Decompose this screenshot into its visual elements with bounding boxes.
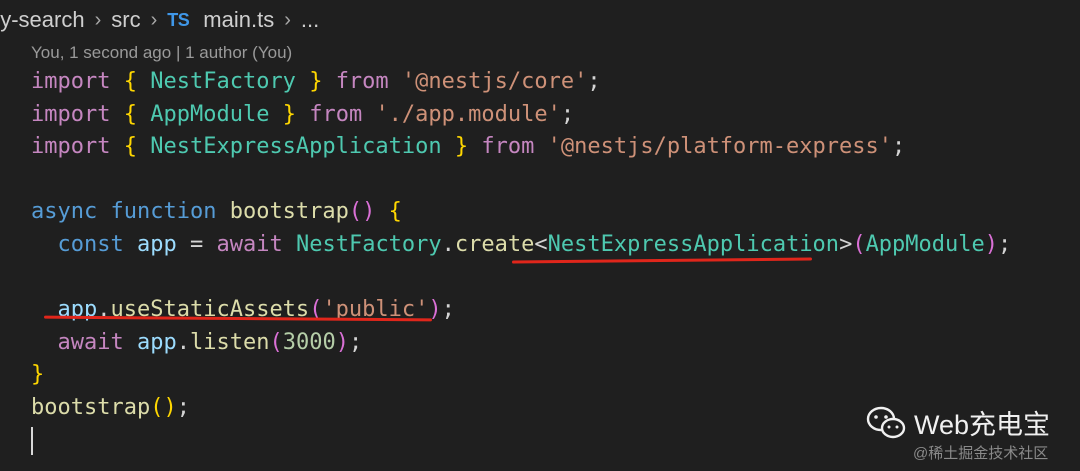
token-string: '@nestjs/platform-express' <box>547 134 892 160</box>
token-brace: } <box>454 134 469 160</box>
token-punct: . <box>176 329 190 355</box>
wechat-icon <box>866 406 906 438</box>
code-line-2: import { AppModule } from './app.module'… <box>31 99 1071 132</box>
token-identifier: NestFactory <box>150 69 296 94</box>
token-paren: ( <box>852 231 866 257</box>
token-keyword: await <box>216 231 283 257</box>
watermark-subtitle: @稀土掘金技术社区 <box>913 445 1049 462</box>
token-identifier: NestFactory <box>295 231 442 257</box>
token-function: create <box>454 231 535 257</box>
code-line-10: } <box>31 359 1071 392</box>
token-brace: { <box>123 134 137 160</box>
breadcrumb-more[interactable]: ... <box>301 7 319 33</box>
token-keyword: from <box>309 101 363 127</box>
token-type: NestExpressApplication <box>547 231 840 257</box>
code-line-8: app.useStaticAssets('public'); <box>31 294 1071 327</box>
token-punct: ; <box>176 394 190 420</box>
token-keyword: from <box>481 134 535 160</box>
token-brace: { <box>123 101 137 127</box>
token-keyword: import <box>31 101 111 127</box>
token-punct: ; <box>587 69 601 94</box>
token-paren: () <box>348 199 376 225</box>
token-punct: ; <box>892 134 906 160</box>
breadcrumb-folder-project[interactable]: py-search <box>0 7 85 33</box>
breadcrumb-folder-src[interactable]: src <box>111 7 140 33</box>
chevron-right-icon: › <box>150 8 158 31</box>
token-punct: ; <box>441 297 455 323</box>
token-variable: app <box>136 231 177 257</box>
token-keyword: from <box>335 69 389 94</box>
token-punct: ; <box>998 231 1012 257</box>
code-line-1: import { NestFactory } from '@nestjs/cor… <box>31 66 1071 99</box>
token-function: listen <box>189 329 270 355</box>
token-storage: function <box>110 199 217 225</box>
token-punct: ; <box>348 329 363 355</box>
token-punct: . <box>441 231 455 257</box>
chevron-right-icon: › <box>284 8 291 31</box>
code-line-5: async function bootstrap() { <box>31 196 1071 229</box>
token-identifier: NestExpressApplication <box>150 134 442 160</box>
token-keyword: import <box>31 69 111 94</box>
token-string: './app.module' <box>375 101 561 127</box>
code-line-9: await app.listen(3000); <box>31 327 1071 360</box>
token-string: '@nestjs/core' <box>401 69 588 94</box>
token-brace: } <box>31 362 45 388</box>
token-punct: < <box>534 231 548 257</box>
token-brace: { <box>123 69 137 94</box>
breadcrumb-file[interactable]: main.ts <box>203 7 274 33</box>
chevron-right-icon: › <box>94 8 102 31</box>
code-line-3: import { NestExpressApplication } from '… <box>31 131 1071 164</box>
token-paren: () <box>150 394 177 420</box>
token-variable: app <box>136 329 177 355</box>
breadcrumb: py-search › src › TS main.ts › ... <box>0 0 1068 40</box>
token-brace: } <box>309 69 323 94</box>
code-line-6: const app = await NestFactory.create<Nes… <box>31 229 1071 262</box>
token-keyword: import <box>31 134 111 160</box>
git-blame-codelens[interactable]: You, 1 second ago | 1 author (You) <box>31 43 292 63</box>
token-number: 3000 <box>282 329 336 355</box>
token-paren: ) <box>984 231 999 257</box>
token-identifier: AppModule <box>150 101 270 127</box>
token-punct: > <box>839 231 853 257</box>
token-keyword: await <box>57 329 124 355</box>
token-function: bootstrap <box>31 394 151 420</box>
typescript-file-icon: TS <box>167 9 190 30</box>
watermark: Web充电宝 <box>866 403 1050 442</box>
token-paren: ( <box>269 329 283 355</box>
token-brace: { <box>388 199 402 225</box>
token-operator: = <box>189 231 204 257</box>
token-brace: } <box>282 101 296 127</box>
watermark-title: Web充电宝 <box>914 410 1051 440</box>
token-storage: async <box>31 199 98 225</box>
token-function: bootstrap <box>229 199 349 225</box>
token-identifier: AppModule <box>865 231 985 257</box>
token-storage: const <box>57 231 124 257</box>
token-punct: ; <box>560 101 575 127</box>
token-paren: ) <box>335 329 349 355</box>
text-cursor <box>31 426 33 455</box>
